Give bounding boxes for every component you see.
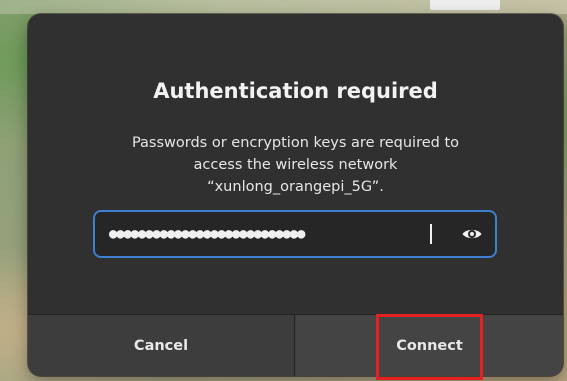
cancel-button[interactable]: Cancel: [28, 315, 295, 376]
dialog-message-line: “xunlong_orangepi_5G”.: [207, 179, 384, 195]
dialog-message-line: access the wireless network: [193, 157, 398, 173]
dialog-message: Passwords or encryption keys are require…: [78, 132, 513, 198]
top-bar-chip: [430, 0, 500, 10]
password-masked-value: ●●●●●●●●●●●●●●●●●●●●●●●●●●●: [109, 226, 305, 242]
dialog-title: Authentication required: [153, 79, 438, 103]
dialog-message-line: Passwords or encryption keys are require…: [131, 135, 460, 151]
text-caret: [430, 224, 432, 244]
eye-icon[interactable]: [461, 224, 483, 244]
authentication-dialog: Authentication required Passwords or enc…: [28, 14, 563, 376]
dialog-button-bar: Cancel Connect: [28, 314, 563, 376]
connect-button[interactable]: Connect: [296, 315, 563, 376]
password-input[interactable]: ●●●●●●●●●●●●●●●●●●●●●●●●●●●: [93, 210, 497, 258]
